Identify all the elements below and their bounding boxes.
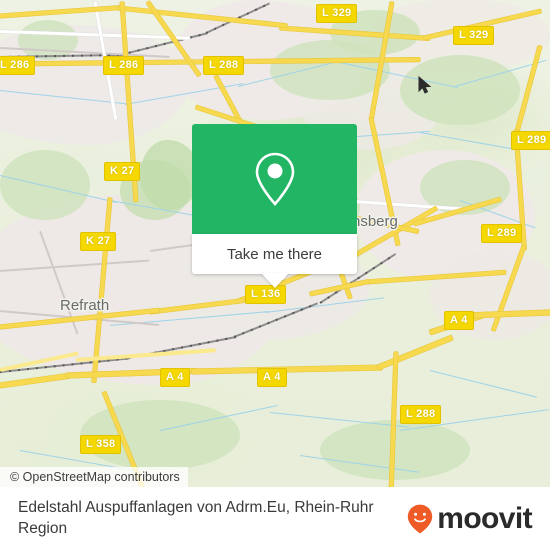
road-shield[interactable]: L 286 — [103, 56, 145, 75]
popup-image-area — [192, 124, 357, 234]
map-attribution[interactable]: © OpenStreetMap contributors — [0, 467, 188, 487]
footer-bar: Edelstahl Auspuffanlagen von Adrm.Eu, Rh… — [0, 487, 550, 550]
road-shield[interactable]: K 27 — [80, 232, 117, 251]
road-shield[interactable]: L 329 — [453, 26, 495, 45]
page-title: Edelstahl Auspuffanlagen von Adrm.Eu, Rh… — [18, 499, 374, 537]
road-shield[interactable]: L 289 — [481, 224, 523, 243]
map-pin-icon — [255, 152, 294, 206]
road-shield[interactable]: A 4 — [444, 311, 474, 330]
road-shield[interactable]: A 4 — [160, 368, 190, 387]
popup-tail — [260, 273, 289, 288]
road-shield[interactable]: L 289 — [511, 131, 550, 150]
road-shield[interactable]: L 288 — [400, 405, 442, 424]
location-popup[interactable]: Take me there — [192, 124, 357, 288]
moovit-logo[interactable]: moovit — [407, 501, 533, 535]
moovit-wordmark: moovit — [437, 501, 532, 535]
moovit-smiley-pin-icon — [408, 504, 433, 533]
road-shield[interactable]: L 286 — [0, 56, 36, 75]
road-shield[interactable]: L 358 — [80, 435, 122, 454]
road-shield[interactable]: L 288 — [203, 56, 245, 75]
take-me-there-button[interactable]: Take me there — [192, 234, 357, 274]
road-shield[interactable]: K 27 — [104, 162, 141, 181]
map-canvas[interactable]: Refrath nsberg L 329 L 329 L 286 L 286 L… — [0, 0, 550, 487]
road-shield[interactable]: A 4 — [257, 368, 287, 387]
place-label-refrath: Refrath — [60, 297, 110, 314]
road-shield[interactable]: L 329 — [316, 4, 358, 23]
forest-area — [140, 140, 200, 210]
place-label-bensberg: nsberg — [352, 213, 398, 230]
map-screenshot: Refrath nsberg L 329 L 329 L 286 L 286 L… — [0, 0, 550, 550]
